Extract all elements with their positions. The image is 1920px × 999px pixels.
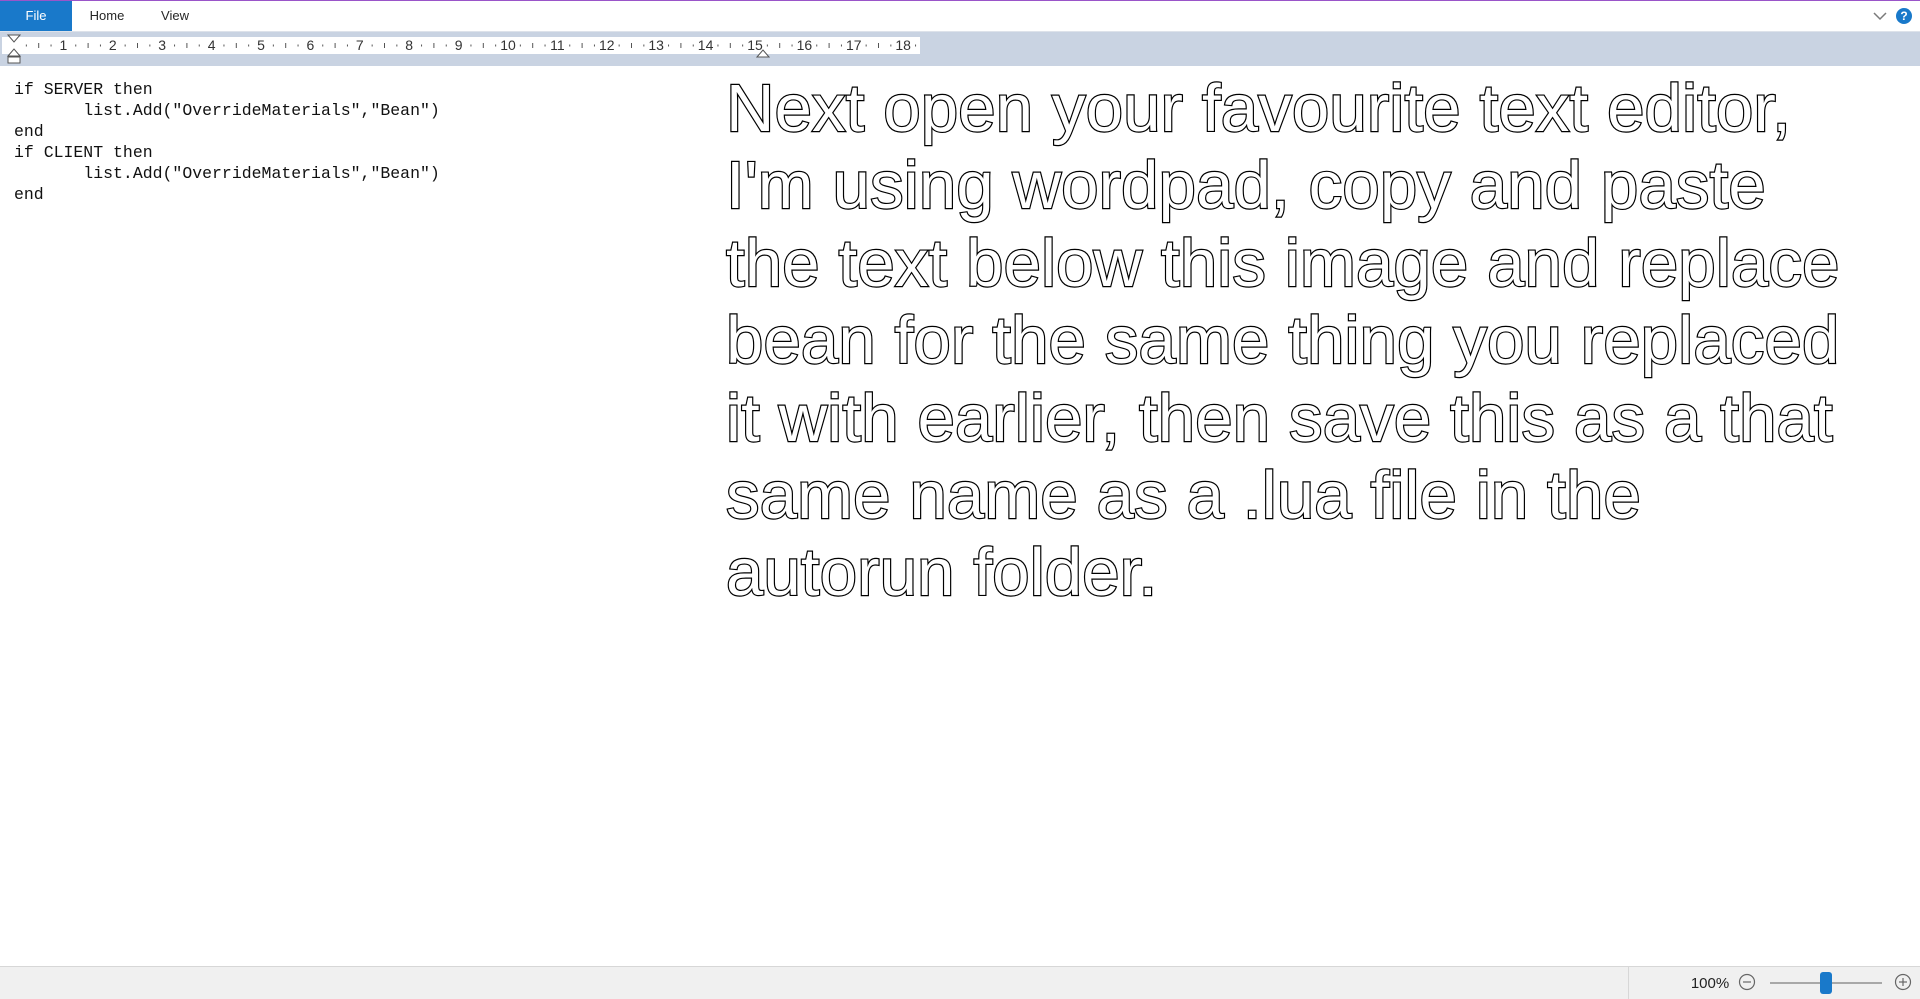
annotation-line: same name as a .lua file in the xyxy=(725,457,1642,534)
right-indent-marker-icon[interactable] xyxy=(756,45,770,59)
code-line: end xyxy=(14,122,44,141)
collapse-ribbon-chevron-icon[interactable] xyxy=(1872,9,1888,23)
annotation-line: autorun folder. xyxy=(725,534,1159,611)
annotation-line: Next open your favourite text editor, xyxy=(725,70,1792,147)
status-separator xyxy=(1628,967,1629,999)
zoom-in-icon[interactable] xyxy=(1894,973,1912,991)
ruler-number: 16 xyxy=(796,37,813,53)
annotation-line: the text below this image and replace xyxy=(725,225,1841,302)
help-icon[interactable]: ? xyxy=(1896,8,1912,24)
ruler-number: 13 xyxy=(648,37,664,53)
ruler-number: 7 xyxy=(355,37,364,53)
code-line: if SERVER then xyxy=(14,80,153,99)
zoom-out-icon[interactable] xyxy=(1738,973,1756,991)
ruler: 1 2 3 4 5 6 7 8 9 10 11 12 13 14 15 16 1… xyxy=(2,37,920,54)
ruler-number: 6 xyxy=(306,37,315,53)
annotation-line: it with earlier, then save this as a tha… xyxy=(725,379,1834,456)
code-line: if CLIENT then xyxy=(14,143,153,162)
ruler-number: 4 xyxy=(207,37,216,53)
ruler-number: 17 xyxy=(846,37,862,53)
ruler-number: 11 xyxy=(550,37,565,53)
ruler-number: 9 xyxy=(454,37,463,53)
status-bar: 100% xyxy=(0,966,1920,999)
tab-file[interactable]: File xyxy=(0,1,72,31)
ruler-number: 14 xyxy=(697,37,714,53)
code-line: list.Add("OverrideMaterials","Bean") xyxy=(14,164,440,183)
document-area[interactable]: if SERVER then list.Add("OverrideMateria… xyxy=(0,66,1920,966)
ruler-number: 10 xyxy=(500,37,516,53)
annotation-line: I'm using wordpad, copy and paste xyxy=(725,147,1767,224)
ruler-number: 12 xyxy=(599,37,615,53)
code-line: end xyxy=(14,185,44,204)
ruler-band: 1 2 3 4 5 6 7 8 9 10 11 12 13 14 15 16 1… xyxy=(0,32,1920,66)
ruler-number: 3 xyxy=(158,37,167,53)
ruler-number: 18 xyxy=(895,37,911,53)
annotation-line: bean for the same thing you replaced xyxy=(725,302,1841,379)
code-snippet: if SERVER then list.Add("OverrideMateria… xyxy=(14,79,440,205)
zoom-slider-thumb[interactable] xyxy=(1820,972,1832,994)
instruction-annotation: Next open your favourite text editor, I'… xyxy=(725,70,1906,612)
ribbon-tab-bar: File Home View ? xyxy=(0,1,1920,32)
tab-home[interactable]: Home xyxy=(72,1,142,31)
zoom-level-label: 100% xyxy=(1690,975,1730,992)
ruler-number: 2 xyxy=(108,37,117,53)
ruler-number: 8 xyxy=(405,37,414,53)
tab-view[interactable]: View xyxy=(142,1,208,31)
indent-marker-icon[interactable] xyxy=(7,34,21,64)
ruler-number: 1 xyxy=(59,37,68,53)
code-line: list.Add("OverrideMaterials","Bean") xyxy=(14,101,440,120)
ruler-number: 5 xyxy=(257,37,265,53)
